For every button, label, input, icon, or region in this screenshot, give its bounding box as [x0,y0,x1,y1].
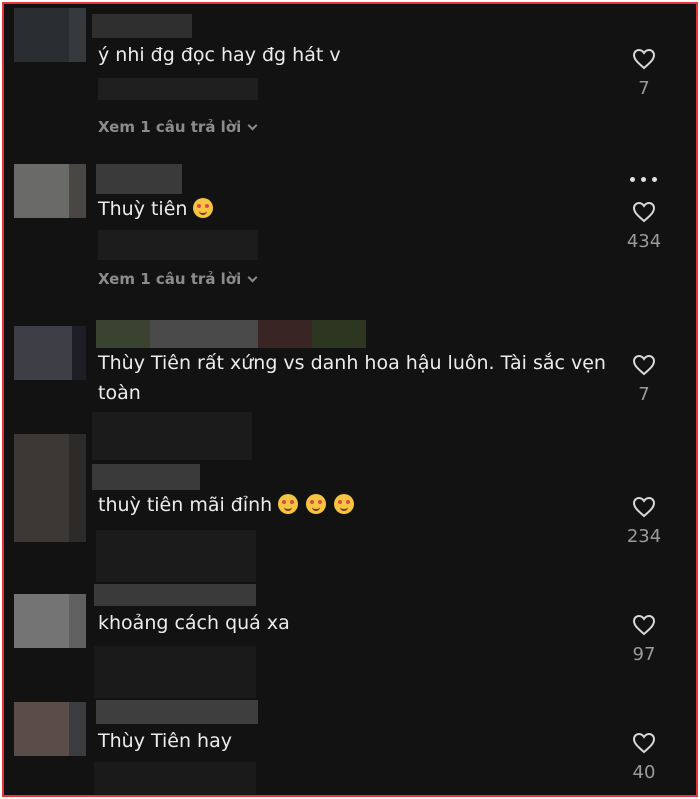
like-button[interactable]: 7 [622,354,666,405]
username-redacted[interactable] [94,584,256,606]
heart-outline-icon [632,354,656,376]
avatar[interactable] [14,164,86,218]
like-count: 97 [632,644,656,665]
heart-outline-icon [632,614,656,636]
avatar[interactable] [14,702,86,756]
chevron-down-icon [247,120,258,130]
comment-list: ý nhi đg đọc hay đg hát v Xem 1 câu trả … [2,2,698,797]
comment-meta-redacted [98,78,258,100]
like-count: 40 [632,762,656,783]
chevron-down-icon [247,272,258,282]
comment-text: Thuỳ tiên [98,194,613,224]
avatar[interactable] [14,326,86,380]
comment-text: thuỳ tiên mãi đỉnh [98,490,613,520]
heart-outline-icon [632,732,656,754]
comment-text: khoảng cách quá xa [98,612,290,634]
comment-text: Thùy Tiên hay [98,730,232,752]
like-count: 7 [638,78,650,99]
username-redacted[interactable] [92,464,200,490]
comment-meta-redacted [98,230,258,260]
like-count: 434 [626,231,662,252]
comment-text: ý nhi đg đọc hay đg hát v [98,44,341,66]
comment-meta-redacted [94,646,256,698]
smiling-face-hearts-emoji [193,198,214,218]
heart-outline-icon [632,48,656,70]
like-button[interactable]: 234 [622,496,666,547]
username-redacted[interactable] [96,164,182,194]
heart-outline-icon [632,496,656,518]
username-redacted[interactable] [96,320,366,348]
view-replies-button[interactable]: Xem 1 câu trả lời [98,270,258,288]
more-dots-icon[interactable] [630,177,657,182]
view-replies-label: Xem 1 câu trả lời [98,118,242,136]
username-redacted[interactable] [96,700,258,724]
username-redacted[interactable] [92,14,192,38]
smiling-face-hearts-emoji [306,494,327,514]
like-count: 7 [638,384,650,405]
comment-text: Thùy Tiên rất xứng vs danh hoa hậu luôn.… [98,352,606,404]
avatar[interactable] [14,594,86,648]
comment-meta-redacted [96,530,256,582]
heart-outline-icon [632,201,656,223]
like-button[interactable]: 40 [622,732,666,783]
view-replies-label: Xem 1 câu trả lời [98,270,242,288]
comment-meta-redacted [92,412,252,460]
comment-text-content: thuỳ tiên mãi đỉnh [98,494,273,516]
avatar[interactable] [14,434,86,542]
view-replies-button[interactable]: Xem 1 câu trả lời [98,118,258,136]
comment-text-content: Thuỳ tiên [98,198,188,220]
like-button[interactable]: 7 [622,48,666,99]
avatar[interactable] [14,8,86,62]
comment-meta-redacted [94,762,256,794]
smiling-face-hearts-emoji [278,494,299,514]
like-count: 234 [626,526,662,547]
like-button[interactable]: 434 [622,201,666,252]
smiling-face-hearts-emoji [334,494,355,514]
like-button[interactable]: 97 [622,614,666,665]
